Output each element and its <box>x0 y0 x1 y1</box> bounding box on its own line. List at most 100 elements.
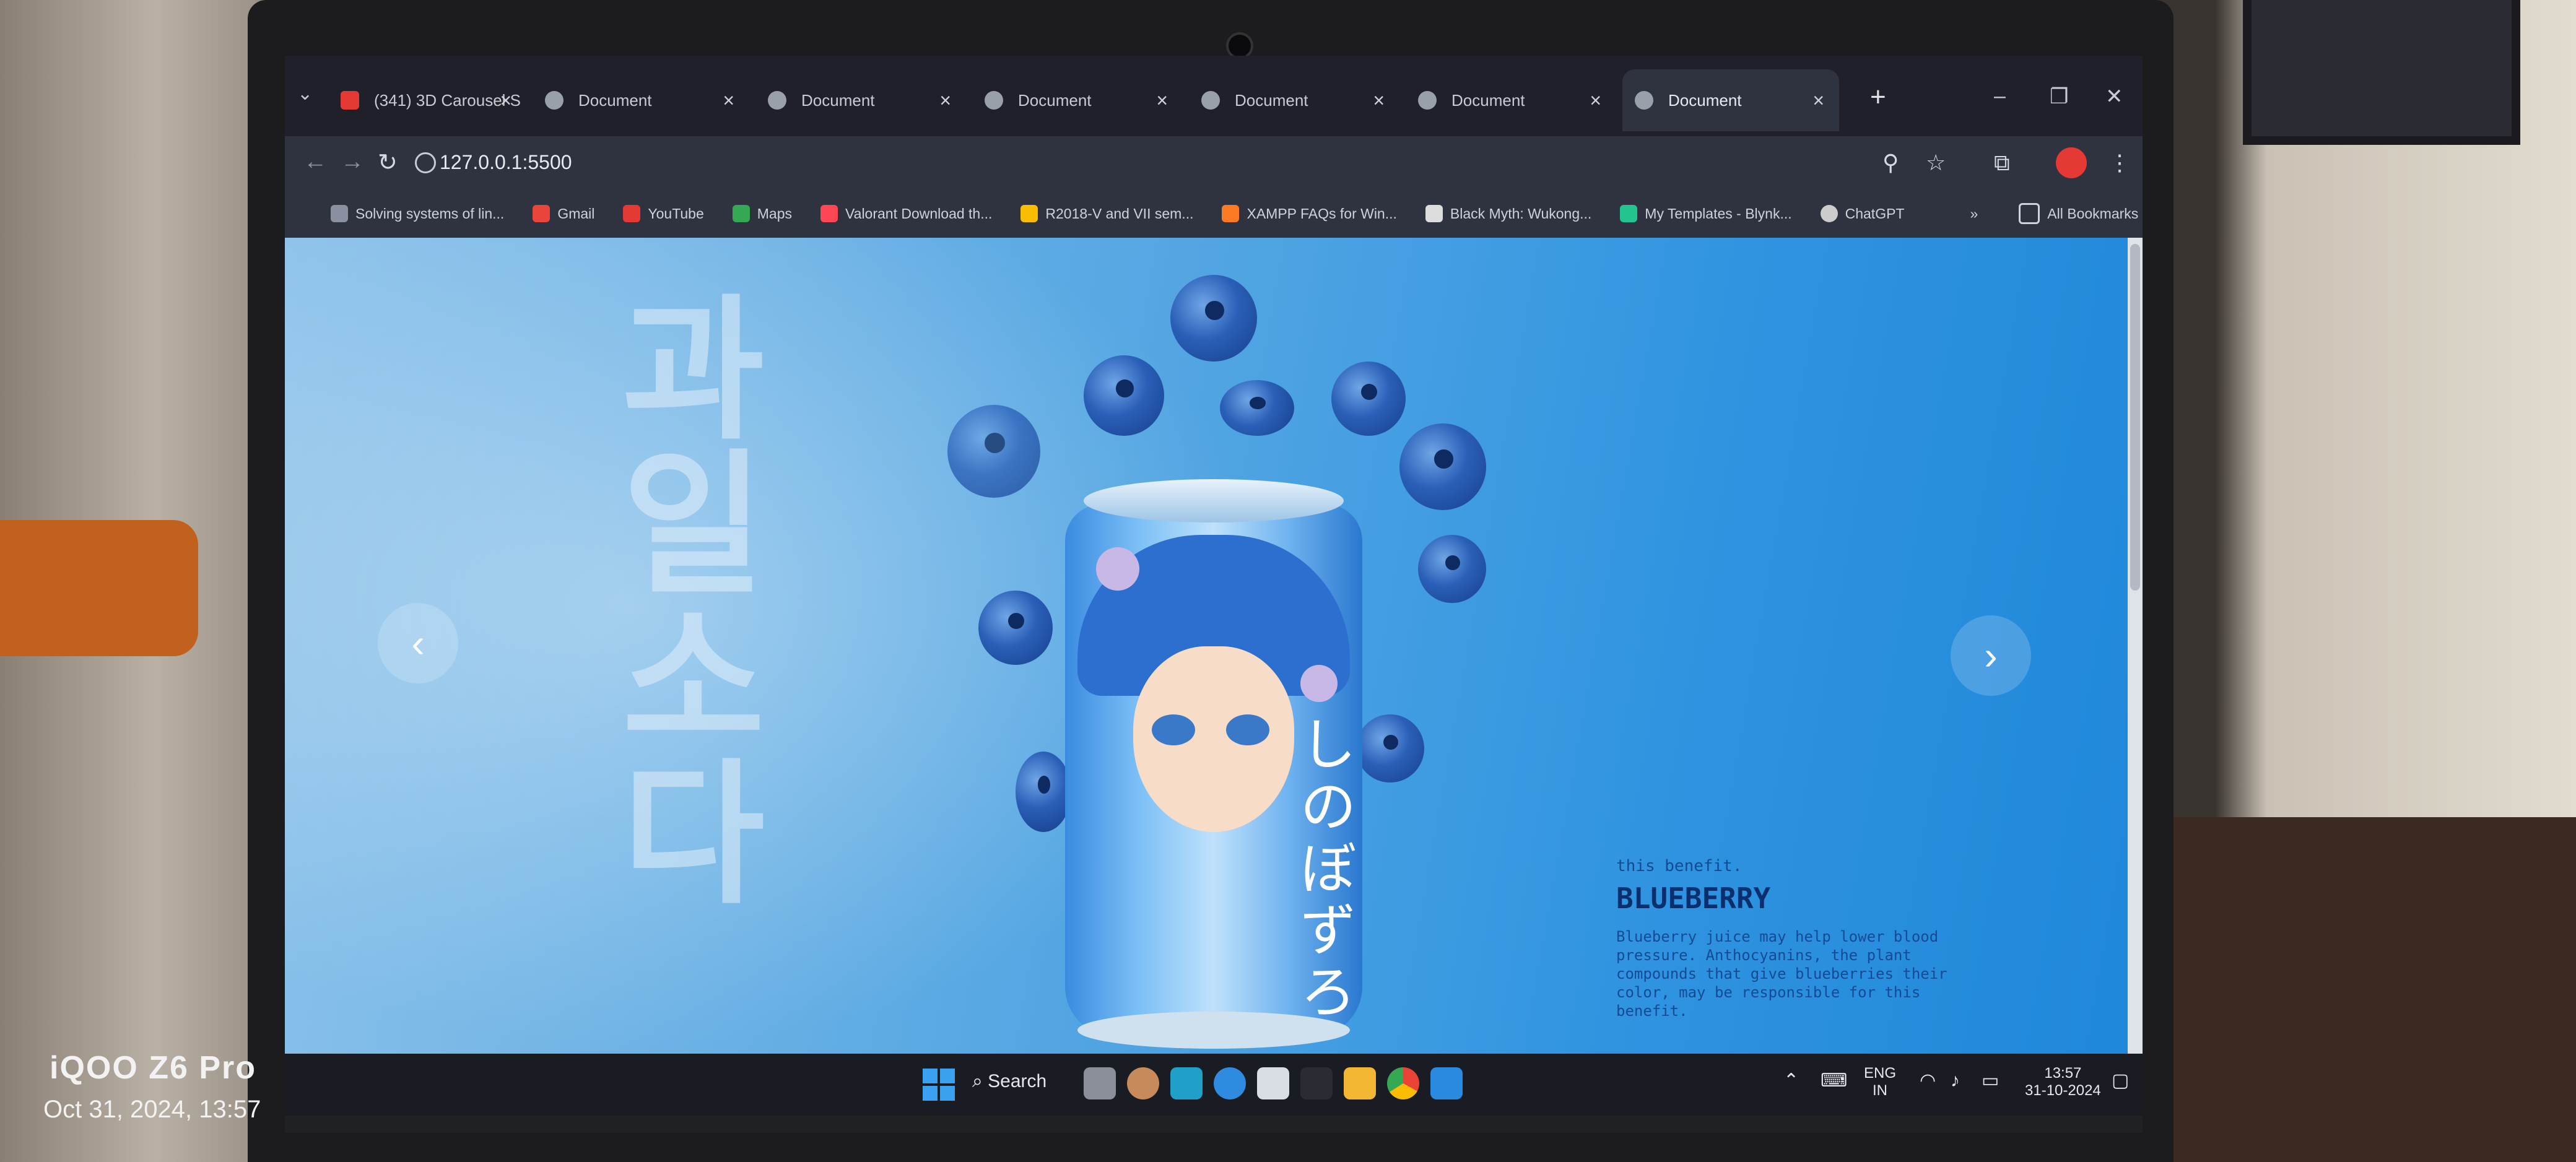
windows-start-icon[interactable] <box>923 1069 955 1101</box>
valorant-icon <box>820 205 838 222</box>
can-art-eye <box>1226 714 1269 745</box>
bookmarks-bar: Solving systems of lin... Gmail YouTube … <box>285 189 2143 239</box>
chatgpt-icon <box>1820 205 1838 222</box>
page-scrollbar[interactable] <box>2128 238 2143 1054</box>
soda-can: しのぼずろ <box>1065 479 1362 1054</box>
tab-strip: ⌄ (341) 3D Carousel S × Document × Docum… <box>285 56 2143 136</box>
language-indicator[interactable]: ENG IN <box>1864 1065 1896 1099</box>
blueberry <box>1418 535 1486 603</box>
notification-icon[interactable]: ▢ <box>2112 1072 2129 1090</box>
can-art-flower <box>1300 665 1338 702</box>
youtube-icon <box>341 91 359 110</box>
blueberry <box>1356 714 1424 783</box>
app-icon[interactable] <box>1170 1067 1203 1099</box>
tab-title: Document <box>1235 90 1308 110</box>
can-lid <box>1084 479 1344 522</box>
bookmark-star-icon[interactable]: ☆ <box>1926 150 1946 176</box>
chrome-icon[interactable] <box>1387 1067 1419 1099</box>
tab-title: Document <box>1451 90 1525 110</box>
bookmark-item[interactable]: Maps <box>732 205 792 222</box>
tray-overflow-icon[interactable]: ⌃ <box>1783 1072 1799 1090</box>
desk-surface <box>2118 817 2576 1162</box>
profile-avatar[interactable] <box>2056 147 2087 178</box>
tab-title: (341) 3D Carousel S <box>374 90 521 110</box>
restore-button[interactable]: ❐ <box>2050 84 2068 109</box>
battery-icon[interactable]: ▭ <box>1982 1072 1999 1090</box>
clock[interactable]: 13:57 31-10-2024 <box>2025 1065 2101 1099</box>
file-explorer-icon[interactable] <box>1344 1067 1376 1099</box>
info-overline: this benefit. <box>1616 857 1743 875</box>
blueberry <box>1016 752 1071 832</box>
tab-document-3[interactable]: Document × <box>972 69 1183 131</box>
globe-icon <box>1418 91 1437 110</box>
close-icon[interactable]: × <box>723 89 734 112</box>
bookmark-item[interactable]: Valorant Download th... <box>820 205 992 222</box>
close-icon[interactable]: × <box>939 89 951 112</box>
bookmark-item[interactable]: Gmail <box>533 205 594 222</box>
edge-icon[interactable] <box>1214 1067 1246 1099</box>
bookmark-item[interactable]: Black Myth: Wukong... <box>1425 205 1591 222</box>
tab-document-2[interactable]: Document × <box>755 69 966 131</box>
volume-icon[interactable]: ♪ <box>1951 1072 1960 1090</box>
blueberry <box>1084 355 1164 436</box>
zoom-icon[interactable]: ⚲ <box>1882 150 1899 176</box>
can-bottom <box>1077 1012 1350 1049</box>
tab-document-5[interactable]: Document × <box>1406 69 1616 131</box>
forward-button[interactable]: → <box>341 149 364 175</box>
can-art-flower <box>1096 547 1139 591</box>
vertical-korean-title: 과 일 소 다 <box>607 293 780 913</box>
close-icon[interactable]: × <box>500 89 511 112</box>
close-icon[interactable]: × <box>1590 89 1601 112</box>
terminal-icon[interactable] <box>1300 1067 1333 1099</box>
taskbar-search[interactable]: ⌕ Search <box>972 1071 1046 1092</box>
tab-document-active[interactable]: Document × <box>1622 69 1839 131</box>
bookmark-item[interactable]: My Templates - Blynk... <box>1620 205 1792 222</box>
keyboard-icon[interactable]: ⌨ <box>1821 1072 1847 1090</box>
bookmark-item[interactable]: YouTube <box>623 205 704 222</box>
tab-title: Document <box>578 90 652 110</box>
minimize-button[interactable]: – <box>1994 84 2006 108</box>
copilot-icon[interactable] <box>1127 1067 1159 1099</box>
new-tab-button[interactable]: + <box>1870 82 1886 113</box>
tab-document-1[interactable]: Document × <box>533 69 749 131</box>
blueberry <box>1331 362 1406 436</box>
task-view-icon[interactable] <box>1084 1067 1116 1099</box>
apps-grid-icon[interactable] <box>303 203 306 224</box>
window-close-button[interactable]: ✕ <box>2105 84 2123 109</box>
tab-title: Document <box>1018 90 1092 110</box>
globe-icon <box>985 91 1003 110</box>
vscode-icon[interactable] <box>1430 1067 1463 1099</box>
close-icon[interactable]: × <box>1812 89 1824 112</box>
menu-icon[interactable]: ⋮ <box>2108 150 2131 176</box>
korean-char: 소 <box>622 590 765 770</box>
wifi-icon[interactable]: ◠ <box>1920 1072 1936 1090</box>
scrollbar-thumb[interactable] <box>2130 244 2140 591</box>
taskbar-search-label: Search <box>988 1071 1047 1091</box>
camera-watermark-date: Oct 31, 2024, 13:57 <box>43 1096 261 1123</box>
tab-youtube[interactable]: (341) 3D Carousel S × <box>341 69 526 131</box>
all-bookmarks-button[interactable]: All Bookmarks <box>2019 203 2138 224</box>
address-bar[interactable]: 127.0.0.1:5500 <box>440 151 572 174</box>
language-code: ENG <box>1864 1065 1897 1082</box>
notepad-icon[interactable] <box>1257 1067 1289 1099</box>
product-title: BLUEBERRY <box>1616 882 1771 915</box>
site-info-icon[interactable] <box>415 152 436 173</box>
back-button[interactable]: ← <box>303 149 327 175</box>
tab-search-chevron-icon[interactable]: ⌄ <box>297 83 313 105</box>
wall-tv <box>2243 0 2520 145</box>
extensions-icon[interactable]: ⧉ <box>1994 150 2010 176</box>
close-icon[interactable]: × <box>1156 89 1168 112</box>
product-description: Blueberry juice may help lower blood pre… <box>1616 928 1947 1020</box>
bookmark-item[interactable]: XAMPP FAQs for Win... <box>1222 205 1397 222</box>
close-icon[interactable]: × <box>1373 89 1385 112</box>
bookmark-item[interactable]: R2018-V and VII sem... <box>1020 205 1193 222</box>
bookmark-item[interactable]: Solving systems of lin... <box>331 205 504 222</box>
youtube-icon <box>623 205 641 222</box>
carousel-prev-button[interactable]: ‹ <box>378 603 458 683</box>
carousel-next-button[interactable]: › <box>1951 615 2031 696</box>
tab-document-4[interactable]: Document × <box>1189 69 1399 131</box>
reload-button[interactable]: ↻ <box>378 149 398 176</box>
bookmark-item[interactable]: ChatGPT <box>1820 205 1904 222</box>
bookmarks-overflow-button[interactable]: » <box>1970 206 1978 222</box>
blueberry <box>1170 275 1257 362</box>
